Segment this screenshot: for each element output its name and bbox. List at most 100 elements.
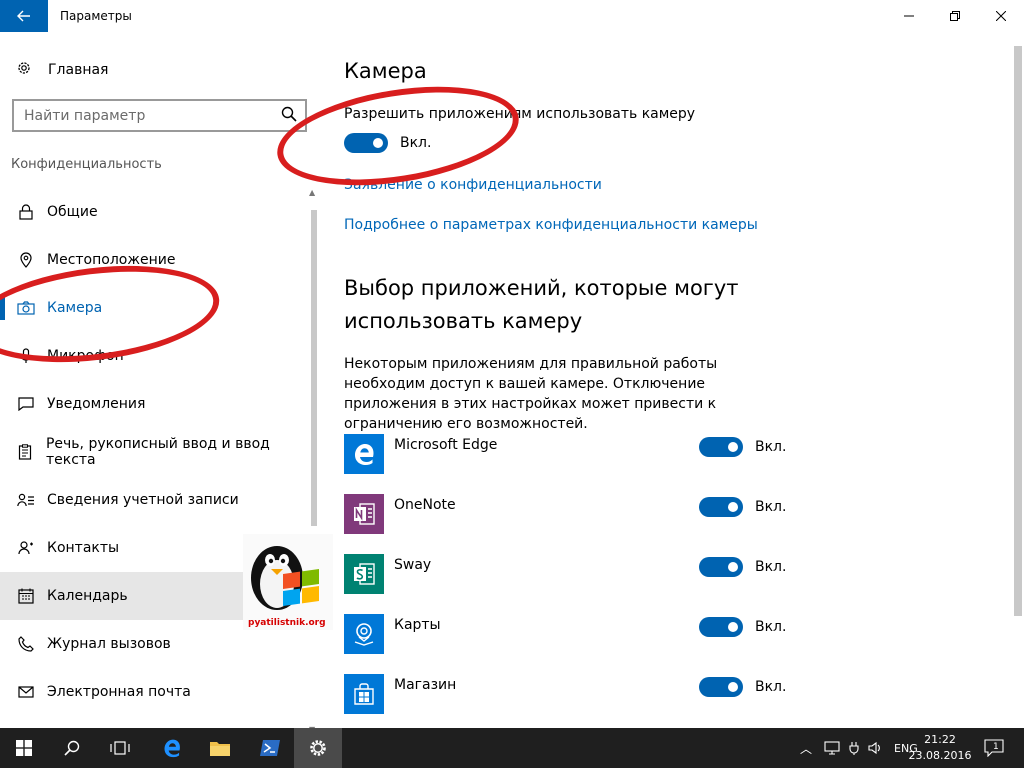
sidebar-item-label: Календарь: [47, 588, 128, 604]
clock-time: 21:22: [924, 733, 956, 746]
camera-privacy-info-link[interactable]: Подробнее о параметрах конфиденциальност…: [344, 217, 758, 233]
sidebar-item-label: Камера: [47, 300, 103, 316]
app-name: Sway: [394, 557, 432, 573]
sidebar-item-location[interactable]: Местоположение: [0, 236, 312, 284]
app-row-onenote: OneNote Вкл.: [344, 494, 794, 554]
apps-heading: Выбор приложений, которые могут использо…: [344, 276, 739, 333]
app-row-sway: Sway Вкл.: [344, 554, 794, 614]
task-view-icon: [110, 741, 130, 755]
start-button[interactable]: [0, 728, 48, 768]
clock-date: 23.08.2016: [908, 749, 972, 762]
task-view-button[interactable]: [96, 728, 144, 768]
sidebar-item-label: Местоположение: [47, 252, 176, 268]
chevron-up-icon[interactable]: ︿: [800, 740, 812, 757]
minimize-button[interactable]: [886, 0, 932, 32]
sidebar-item-account-info[interactable]: Сведения учетной записи: [0, 476, 312, 524]
restore-icon: [950, 11, 960, 21]
home-label: Главная: [48, 62, 109, 78]
network-icon[interactable]: [824, 741, 840, 755]
allow-camera-toggle[interactable]: [344, 133, 388, 153]
taskbar-powershell-button[interactable]: [246, 728, 294, 768]
close-button[interactable]: [978, 0, 1024, 32]
call-history-icon: [14, 636, 38, 652]
main-scroll-thumb[interactable]: [1014, 46, 1022, 616]
scroll-up-icon[interactable]: ▲: [309, 188, 315, 197]
sidebar-item-label: Электронная почта: [47, 684, 191, 700]
app-camera-toggle[interactable]: [699, 437, 743, 457]
sidebar-item-label: Речь, рукописный ввод и ввод текста: [45, 436, 270, 468]
allow-camera-setting: Вкл.: [344, 133, 431, 153]
app-toggle-state: Вкл.: [755, 499, 787, 515]
volume-icon[interactable]: [868, 741, 882, 755]
sidebar-item-email[interactable]: Электронная почта: [0, 668, 312, 716]
contacts-icon: [14, 541, 38, 555]
app-row-maps: Карты Вкл.: [344, 614, 794, 674]
sidebar-item-label: Микрофон: [47, 348, 124, 364]
app-row-store: Магазин Вкл.: [344, 674, 794, 734]
search-icon[interactable]: [281, 106, 297, 126]
sidebar-item-label: Общие: [47, 204, 98, 220]
gear-icon: [310, 740, 326, 756]
sidebar-item-speech[interactable]: Речь, рукописный ввод и ввод текста: [0, 428, 312, 476]
taskbar: ︿ ENG 21:22 23.08.2016 1: [0, 728, 1024, 768]
main-scrollbar[interactable]: [1014, 32, 1022, 728]
sidebar-item-microphone[interactable]: Микрофон: [0, 332, 312, 380]
email-icon: [14, 686, 38, 698]
main-content: Камера Разрешить приложениям использоват…: [320, 32, 1010, 728]
sidebar-item-camera[interactable]: Камера: [0, 284, 312, 332]
app-camera-toggle[interactable]: [699, 557, 743, 577]
page-title: Камера: [344, 59, 427, 83]
app-name: Карты: [394, 617, 441, 633]
allow-camera-label: Разрешить приложениям использовать камер…: [344, 106, 696, 122]
search-icon: [64, 740, 80, 756]
back-button[interactable]: [0, 0, 48, 32]
app-camera-toggle[interactable]: [699, 677, 743, 697]
app-list: Microsoft Edge Вкл. OneNote Вкл. Sway Вк…: [344, 434, 794, 734]
sway-icon: [344, 554, 384, 594]
allow-camera-state: Вкл.: [400, 135, 432, 151]
power-icon[interactable]: [848, 741, 860, 755]
location-icon: [14, 252, 38, 268]
search-box[interactable]: [12, 99, 307, 132]
sidebar-item-label: Уведомления: [47, 396, 146, 412]
sidebar-item-notifications[interactable]: Уведомления: [0, 380, 312, 428]
section-header: Конфиденциальность: [11, 157, 162, 172]
notification-count: 1: [993, 742, 999, 752]
taskbar-search-button[interactable]: [48, 728, 96, 768]
onenote-icon: [344, 494, 384, 534]
app-toggle-state: Вкл.: [755, 559, 787, 575]
lock-icon: [14, 204, 38, 220]
taskbar-explorer-button[interactable]: [196, 728, 244, 768]
app-toggle-state: Вкл.: [755, 439, 787, 455]
folder-icon: [210, 742, 230, 756]
sidebar-item-general[interactable]: Общие: [0, 188, 312, 236]
search-input[interactable]: [14, 101, 254, 130]
home-link[interactable]: Главная: [14, 60, 108, 80]
app-row-edge: Microsoft Edge Вкл.: [344, 434, 794, 494]
sidebar-item-label: Журнал вызовов: [47, 636, 171, 652]
taskbar-settings-button[interactable]: [294, 728, 342, 768]
app-name: Microsoft Edge: [394, 437, 498, 453]
app-toggle-state: Вкл.: [755, 619, 787, 635]
app-toggle-state: Вкл.: [755, 679, 787, 695]
speech-icon: [14, 444, 37, 460]
minimize-icon: [904, 15, 914, 17]
title-bar: Параметры: [0, 0, 1024, 32]
sidebar-scroll-thumb[interactable]: [311, 210, 317, 526]
calendar-icon: [14, 588, 38, 604]
taskbar-edge-button[interactable]: [148, 728, 196, 768]
watermark-text: pyatilistnik.org: [248, 618, 326, 628]
action-center-button[interactable]: 1: [984, 728, 1004, 768]
app-name: OneNote: [394, 497, 456, 513]
notification-icon: [14, 397, 38, 411]
clock[interactable]: 21:22 23.08.2016: [908, 732, 972, 764]
app-camera-toggle[interactable]: [699, 617, 743, 637]
sidebar-item-label: Сведения учетной записи: [47, 492, 239, 508]
privacy-statement-link[interactable]: Заявление о конфиденциальности: [344, 177, 602, 193]
sidebar-scrollbar[interactable]: ▲ ▼: [309, 188, 317, 734]
restore-button[interactable]: [932, 0, 978, 32]
window-title: Параметры: [60, 9, 132, 23]
store-icon: [344, 674, 384, 714]
system-tray: ︿ ENG: [800, 728, 918, 768]
app-camera-toggle[interactable]: [699, 497, 743, 517]
